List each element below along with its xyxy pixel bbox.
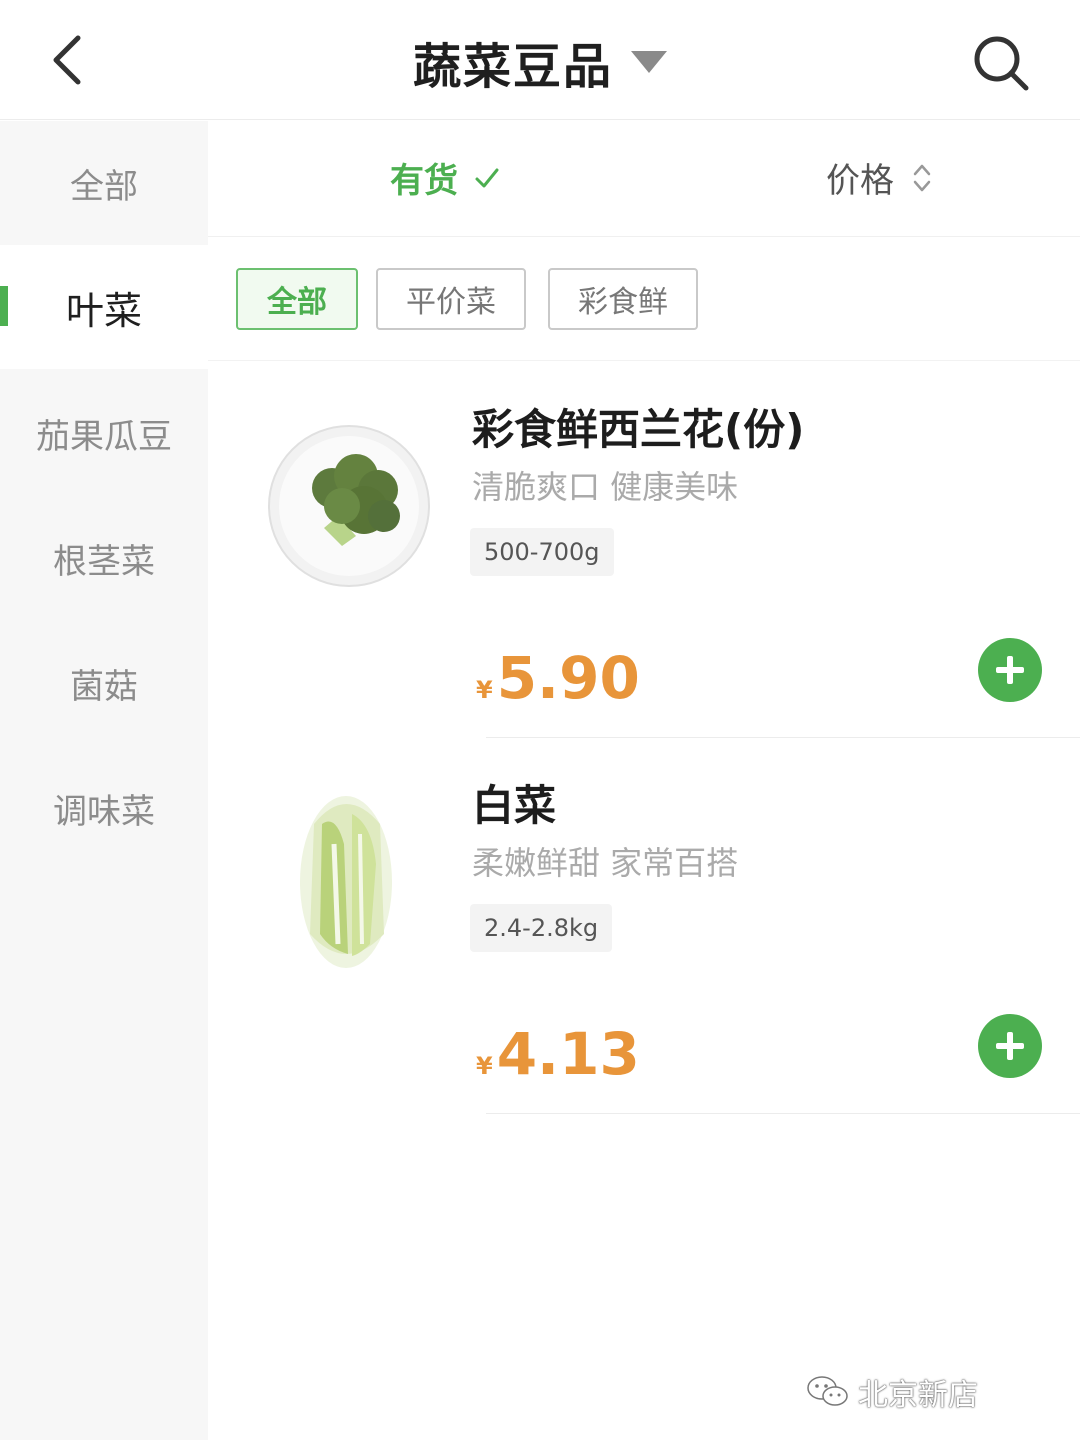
caret-down-icon (631, 51, 667, 73)
product-description: 清脆爽口 健康美味 (472, 468, 739, 506)
chip-label: 平价菜 (406, 285, 496, 320)
sidebar-item-mushrooms[interactable]: 菌菇 (0, 621, 208, 745)
plus-icon (996, 1032, 1024, 1060)
active-indicator (0, 286, 8, 326)
sidebar-item-fruit-vegetables[interactable]: 茄果瓜豆 (0, 371, 208, 495)
wechat-icon (807, 1376, 848, 1406)
chip-budget-vegetables[interactable]: 平价菜 (376, 268, 526, 330)
category-sidebar: 全部 叶菜 茄果瓜豆 根茎菜 菌菇 调味菜 (0, 121, 208, 1440)
watermark-text: 北京新店 (858, 1378, 978, 1413)
sort-updown-icon (913, 164, 931, 191)
sidebar-item-label: 茄果瓜豆 (36, 416, 172, 457)
price-value: 4.13 (496, 1020, 640, 1088)
napa-cabbage-image (264, 784, 434, 968)
sidebar-item-label: 调味菜 (53, 791, 155, 832)
sidebar-item-label: 叶菜 (65, 288, 142, 333)
filter-bar: 有货 价格 (208, 121, 1080, 237)
product-name: 彩食鲜西兰花(份) (472, 405, 805, 454)
product-price: ¥ 5.90 (476, 644, 640, 712)
sidebar-item-seasoning-vegetables[interactable]: 调味菜 (0, 746, 208, 870)
checkmark-icon (475, 168, 499, 187)
sidebar-item-leafy-greens[interactable]: 叶菜 (0, 245, 208, 369)
chip-label: 全部 (267, 285, 327, 320)
price-sort[interactable]: 价格 (826, 153, 932, 202)
chip-caishixian[interactable]: 彩食鲜 (548, 268, 698, 330)
currency-symbol: ¥ (476, 676, 493, 704)
subfilter-chips: 全部 平价菜 彩食鲜 (208, 237, 1080, 361)
sidebar-item-label: 菌菇 (70, 666, 138, 707)
watermark: 北京新店 (806, 1370, 978, 1414)
product-price: ¥ 4.13 (476, 1020, 640, 1088)
chip-all[interactable]: 全部 (236, 268, 358, 330)
product-description: 柔嫩鲜甜 家常百搭 (472, 844, 739, 882)
sidebar-item-label: 根茎菜 (53, 541, 155, 582)
top-bar: 蔬菜豆品 (0, 0, 1080, 120)
search-button[interactable] (968, 30, 1034, 96)
product-spec-badge: 2.4-2.8kg (470, 904, 613, 952)
sidebar-item-root-vegetables[interactable]: 根茎菜 (0, 496, 208, 620)
page-title: 蔬菜豆品 (412, 39, 613, 95)
product-card[interactable]: 白菜 柔嫩鲜甜 家常百搭 2.4-2.8kg ¥ 4.13 (208, 738, 1080, 1114)
sidebar-item-all[interactable]: 全部 (0, 121, 208, 245)
in-stock-label: 有货 (390, 161, 458, 201)
price-sort-label: 价格 (826, 161, 894, 201)
add-to-cart-button[interactable] (978, 1014, 1042, 1078)
chip-label: 彩食鲜 (578, 285, 668, 320)
category-title-dropdown[interactable]: 蔬菜豆品 (0, 30, 1080, 95)
search-icon (974, 36, 1029, 91)
product-name: 白菜 (472, 781, 557, 830)
divider (486, 1113, 1080, 1114)
broccoli-image (264, 418, 434, 598)
price-value: 5.90 (496, 644, 640, 712)
currency-symbol: ¥ (476, 1052, 493, 1080)
product-spec-badge: 500-700g (470, 528, 614, 576)
add-to-cart-button[interactable] (978, 638, 1042, 702)
plus-icon (996, 656, 1024, 684)
sidebar-item-label: 全部 (70, 166, 138, 207)
product-card[interactable]: 彩食鲜西兰花(份) 清脆爽口 健康美味 500-700g ¥ 5.90 (208, 362, 1080, 738)
in-stock-filter[interactable]: 有货 (390, 153, 500, 202)
